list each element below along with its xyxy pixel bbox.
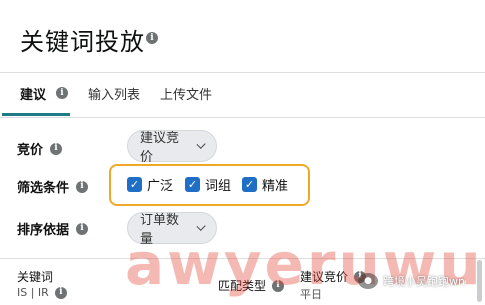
keyword-subheader-text: IS | IR: [17, 286, 49, 299]
broad-checkbox[interactable]: ✓ 广泛: [127, 175, 173, 194]
tab-suggested[interactable]: 建议: [20, 84, 46, 103]
info-icon[interactable]: i: [76, 222, 89, 235]
info-icon[interactable]: i: [76, 180, 89, 193]
checkmark-icon: ✓: [185, 177, 200, 192]
watermark-badge-text: 跨境小吴跑跑wn: [383, 275, 465, 288]
page-header: 关键词投放 i: [0, 0, 485, 72]
keyword-column-header: 关键词: [17, 270, 54, 284]
tab-bar: 建议 i 输入列表 上传文件: [0, 73, 485, 117]
wechat-logo-icon: ●: [358, 273, 378, 289]
checkmark-icon: ✓: [127, 177, 142, 192]
page-title: 关键词投放: [20, 28, 145, 56]
sort-row-label: 排序依据 i: [17, 219, 89, 238]
filter-label: 筛选条件: [17, 181, 70, 196]
info-icon[interactable]: i: [54, 286, 67, 299]
filter-row-label: 筛选条件 i: [17, 177, 89, 196]
exact-checkbox[interactable]: ✓ 精准: [242, 175, 288, 194]
info-icon[interactable]: i: [56, 87, 68, 99]
info-icon[interactable]: i: [50, 142, 63, 155]
bid-dropdown[interactable]: 建议竞价: [127, 130, 217, 165]
keyword-column-subheader: IS | IR i: [17, 286, 67, 299]
tab-upload-file[interactable]: 上传文件: [160, 84, 212, 103]
bid-row-label: 竞价 i: [17, 139, 63, 158]
phrase-checkbox[interactable]: ✓ 词组: [185, 175, 231, 194]
checkbox-label: 精准: [262, 179, 289, 194]
info-icon[interactable]: i: [146, 32, 158, 44]
checkbox-label: 词组: [205, 179, 232, 194]
watermark-badge: ● 跨境小吴跑跑wn: [358, 273, 465, 289]
tab-enter-list[interactable]: 输入列表: [88, 84, 140, 103]
divider: [0, 117, 485, 118]
chevron-down-icon: [195, 139, 206, 149]
sort-label: 排序依据: [17, 223, 70, 238]
active-tab-indicator: [2, 113, 70, 116]
bid-dropdown-value: 建议竞价: [140, 131, 180, 165]
checkmark-icon: ✓: [242, 177, 257, 192]
bid-label: 竞价: [17, 143, 44, 158]
checkbox-label: 广泛: [147, 179, 174, 194]
